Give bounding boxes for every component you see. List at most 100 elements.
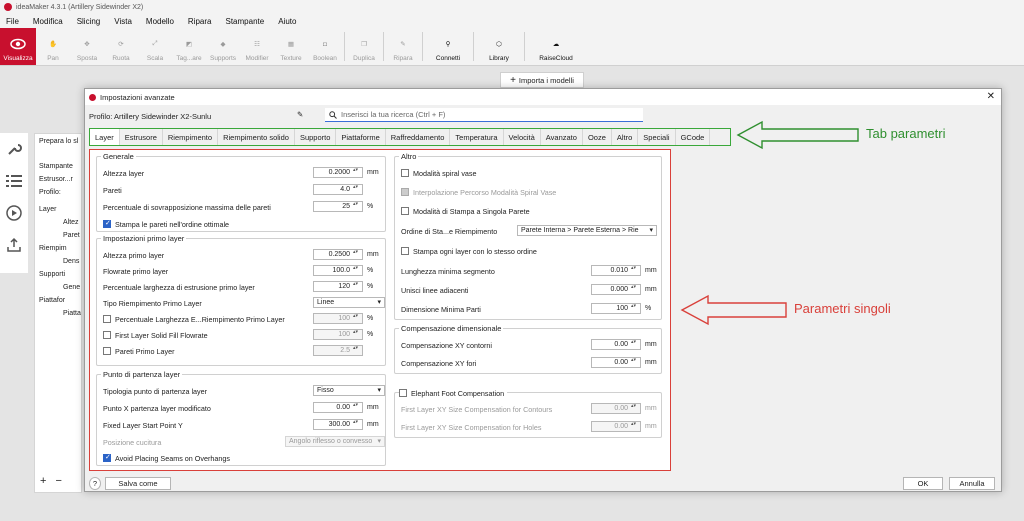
play-icon[interactable]	[0, 197, 28, 229]
tool-boolean[interactable]: ◘ Boolean	[308, 28, 342, 65]
tool-texture[interactable]: ▦ Texture	[274, 28, 308, 65]
tool-sposta[interactable]: ✥ Sposta	[70, 28, 104, 65]
checkbox[interactable]	[401, 247, 409, 255]
menu-modello[interactable]: Modello	[146, 17, 174, 26]
perc-riempimento-stepper[interactable]: 100	[313, 313, 363, 324]
tab-raffreddamento[interactable]: Raffreddamento	[386, 129, 451, 145]
tool-supports[interactable]: ◆ Supports	[206, 28, 240, 65]
solid-fill-stepper[interactable]: 100	[313, 329, 363, 340]
tab-velocita[interactable]: Velocità	[504, 129, 541, 145]
left-panel-tree-item[interactable]: Gene	[39, 284, 80, 291]
left-panel-tree-item[interactable]: Altez	[39, 219, 79, 226]
tool-visualizza[interactable]: Visualizza	[0, 28, 36, 65]
checkbox-disabled[interactable]	[401, 188, 409, 196]
left-panel-tree-item[interactable]: Piatta	[39, 310, 81, 317]
menu-file[interactable]: File	[6, 17, 19, 26]
altezza-primo-stepper[interactable]: 0.2500	[313, 249, 363, 260]
tool-modifier[interactable]: ☷ Modifier	[240, 28, 274, 65]
help-button[interactable]: ?	[89, 476, 101, 490]
menu-vista[interactable]: Vista	[114, 17, 132, 26]
contorni-stepper[interactable]: 0.00	[591, 339, 641, 350]
tool-pan[interactable]: ✋ Pan	[36, 28, 70, 65]
sovrapposizione-stepper[interactable]: 25	[313, 201, 363, 212]
tipo-riempimento-select[interactable]: Linee	[313, 297, 385, 308]
punto-x-stepper[interactable]: 0.00	[313, 402, 363, 413]
checkbox-checked[interactable]	[103, 219, 111, 228]
tipologia-select[interactable]: Fisso	[313, 385, 385, 396]
fori-stepper[interactable]: 0.00	[591, 357, 641, 368]
checkbox[interactable]	[401, 207, 409, 215]
tab-estrusore[interactable]: Estrusore	[120, 129, 163, 145]
lunghezza-stepper[interactable]: 0.010	[591, 265, 641, 276]
left-panel-tree-item[interactable]: Piattafor	[39, 297, 77, 304]
left-panel-tree-item[interactable]: Supporti	[39, 271, 77, 278]
ef-holes-stepper[interactable]: 0.00	[591, 421, 641, 432]
tool-library[interactable]: ⬡ Library	[476, 28, 522, 65]
pencil-icon[interactable]: ✎	[297, 110, 303, 119]
checkbox-checked[interactable]	[103, 453, 111, 462]
add-icon[interactable]: +	[40, 475, 46, 487]
ef-contours-stepper[interactable]: 0.00	[591, 403, 641, 414]
larghezza-stepper[interactable]: 120	[313, 281, 363, 292]
row-stesso-ordine[interactable]: Stampa ogni layer con lo stesso ordine	[401, 245, 655, 257]
ordine-select[interactable]: Parete Interna > Parete Esterna > Rie	[517, 225, 657, 236]
unisci-stepper[interactable]: 0.000	[591, 284, 641, 295]
checkbox[interactable]	[103, 315, 111, 323]
menu-modifica[interactable]: Modifica	[33, 17, 63, 26]
tab-avanzato[interactable]: Avanzato	[541, 129, 583, 145]
row-spiral[interactable]: Modalità spiral vase	[401, 167, 655, 179]
row-avoid-seams[interactable]: Avoid Placing Seams on Overhangs	[103, 452, 379, 464]
tool-taglia[interactable]: ◩ Tag...are	[172, 28, 206, 65]
menu-stampante[interactable]: Stampante	[226, 17, 265, 26]
export-icon[interactable]	[0, 229, 28, 261]
menu-slicing[interactable]: Slicing	[77, 17, 101, 26]
tool-ripara[interactable]: ✎ Ripara	[386, 28, 420, 65]
row-stampa-pareti[interactable]: Stampa le pareti nell'ordine ottimale	[103, 218, 379, 230]
tab-ooze[interactable]: Ooze	[583, 129, 612, 145]
tool-raisecloud[interactable]: ☁ RaiseCloud	[527, 28, 585, 65]
pareti-stepper[interactable]: 4.0	[313, 184, 363, 195]
tab-gcode[interactable]: GCode	[676, 129, 711, 145]
tab-piattaforme[interactable]: Piattaforme	[336, 129, 386, 145]
checkbox[interactable]	[399, 389, 407, 397]
left-panel-tree-item[interactable]: Layer	[39, 206, 77, 213]
row-interp[interactable]: Interpolazione Percorso Modalità Spiral …	[401, 186, 655, 198]
cucitura-select[interactable]: Angolo riflesso o convesso	[285, 436, 385, 447]
tab-supporto[interactable]: Supporto	[295, 129, 337, 145]
cancel-button[interactable]: Annulla	[949, 476, 995, 490]
import-models-button[interactable]: + Importa i modelli	[500, 72, 584, 88]
ok-button[interactable]: OK	[903, 476, 943, 490]
punto-y-stepper[interactable]: 300.00	[313, 419, 363, 430]
tab-temperatura[interactable]: Temperatura	[450, 129, 504, 145]
menu-ripara[interactable]: Ripara	[188, 17, 212, 26]
tool-connetti[interactable]: ⚲ Connetti	[425, 28, 471, 65]
tab-altro[interactable]: Altro	[612, 129, 639, 145]
tab-riempimento[interactable]: Riempimento	[163, 129, 219, 145]
altezza-layer-stepper[interactable]: 0.2000	[313, 167, 363, 178]
tool-ruota[interactable]: ⟳ Ruota	[104, 28, 138, 65]
row-elephant-toggle[interactable]: Elephant Foot Compensation	[399, 387, 508, 399]
flowrate-stepper[interactable]: 100.0	[313, 265, 363, 276]
checkbox[interactable]	[401, 169, 409, 177]
left-panel-printer[interactable]: Stampante	[39, 163, 77, 170]
list-icon[interactable]	[0, 165, 28, 197]
save-as-button[interactable]: Salva come	[105, 476, 171, 490]
wrench-icon[interactable]	[0, 133, 28, 165]
checkbox[interactable]	[103, 331, 111, 339]
row-singola[interactable]: Modalità di Stampa a Singola Parete	[401, 205, 655, 217]
menu-aiuto[interactable]: Aiuto	[278, 17, 296, 26]
left-panel-tree-item[interactable]: Paret	[39, 232, 80, 239]
tab-speciali[interactable]: Speciali	[638, 129, 676, 145]
left-panel-tree-item[interactable]: Riempim	[39, 245, 77, 252]
tab-riempimento-solido[interactable]: Riempimento solido	[218, 129, 295, 145]
left-panel-tree-item[interactable]: Dens	[39, 258, 79, 265]
checkbox[interactable]	[103, 347, 111, 355]
left-panel-extruder[interactable]: Estrusor...r	[39, 176, 77, 183]
tool-duplica[interactable]: ❐ Duplica	[347, 28, 381, 65]
tool-scala[interactable]: ⤢ Scala	[138, 28, 172, 65]
pareti-primo-stepper[interactable]: 2.5	[313, 345, 363, 356]
tab-layer[interactable]: Layer	[90, 129, 120, 145]
left-panel-profile[interactable]: Profilo:	[39, 189, 77, 196]
search-input[interactable]: Inserisci la tua ricerca (Ctrl + F)	[325, 108, 643, 122]
remove-icon[interactable]: −	[56, 475, 62, 487]
